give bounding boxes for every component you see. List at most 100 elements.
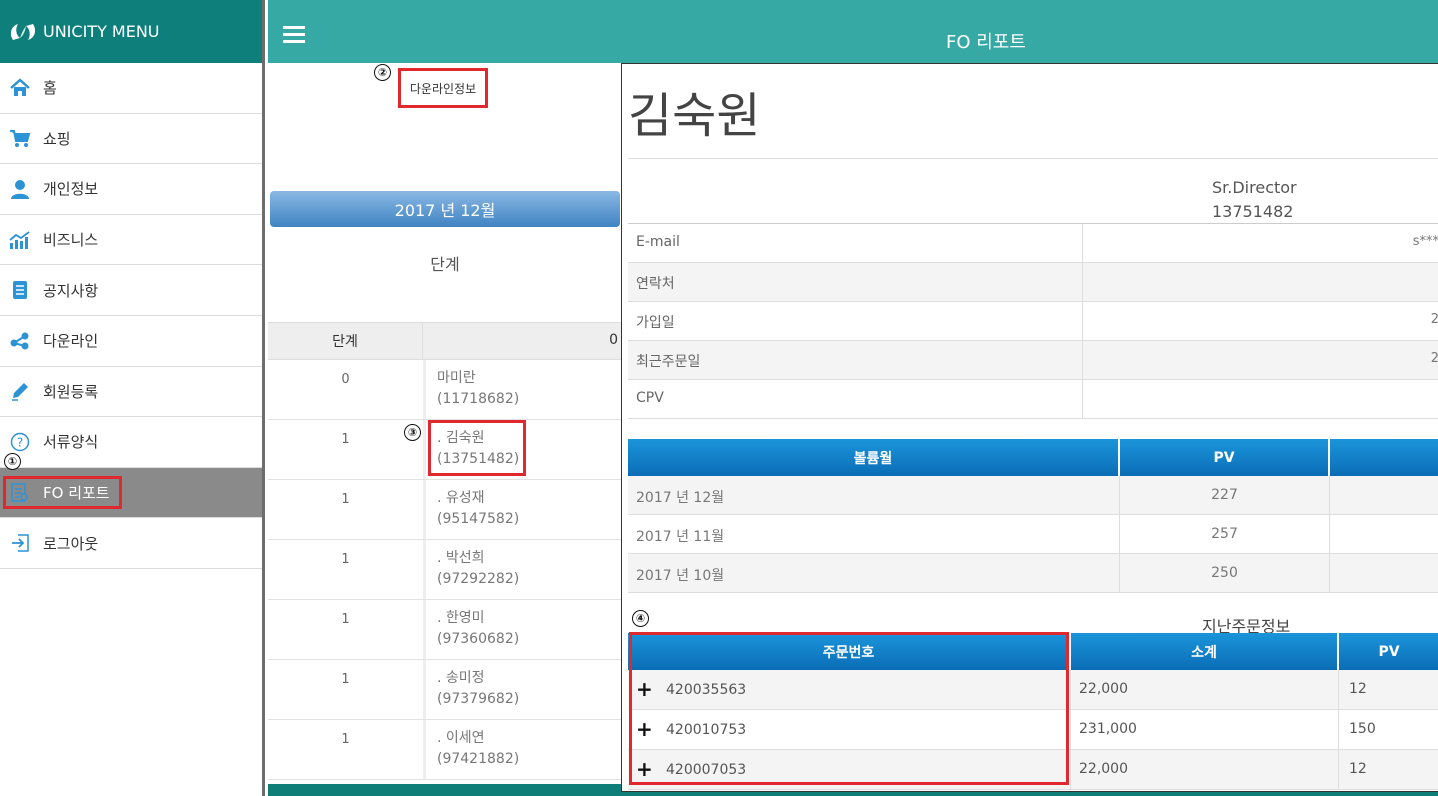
row-step: 1 [341, 732, 350, 747]
info-key: 최근주문일 [628, 341, 1083, 379]
order-subtotal: 231,000 [1071, 710, 1339, 749]
column-header-step: 단계 [268, 323, 423, 359]
sidebar-header: UNICITY MENU [0, 0, 262, 63]
step-label: 단계 [430, 255, 460, 274]
top-bar: FO 리포트 [268, 0, 1438, 63]
order-pv: 12 [1349, 761, 1367, 777]
table-row[interactable]: 1 . 한영미 (97360682) [268, 600, 622, 660]
downline-info-link[interactable]: 다운라인정보 [398, 68, 488, 108]
user-icon [9, 178, 31, 200]
unicity-logo-icon [10, 23, 36, 40]
highlight-box-member [428, 420, 526, 476]
table-row[interactable]: 1 . 박선희 (97292282) [268, 540, 622, 600]
table-header: 단계 0 [268, 322, 622, 360]
row-member[interactable]: . 한영미 (97360682) [423, 600, 622, 659]
member-rank: Sr.Director [1212, 178, 1297, 197]
sidebar-title: UNICITY MENU [43, 22, 160, 41]
row-member[interactable]: 마미란 (11718682) [423, 360, 622, 419]
hamburger-menu-icon[interactable] [283, 26, 305, 44]
row-step: 0 [341, 372, 350, 387]
highlight-box-fo-report [3, 476, 122, 509]
member-name: 마미란 [437, 370, 476, 386]
member-id: (97292282) [437, 571, 520, 587]
info-value [1083, 380, 1438, 418]
row-member[interactable]: . 이세연 (97421882) [423, 720, 622, 779]
info-row-join-date: 가입일2 [628, 302, 1438, 341]
pencil-icon [9, 380, 31, 402]
order-pv: 150 [1349, 721, 1376, 737]
info-key: 가입일 [628, 302, 1083, 340]
column-header-pv: PV [1378, 643, 1400, 660]
highlight-box-orders [629, 632, 1069, 785]
info-row-phone: 연락처 [628, 263, 1438, 302]
info-key: E-mail [628, 224, 1083, 262]
sidebar-item-label: 쇼핑 [43, 129, 71, 148]
member-name-heading: 김숙원 [628, 88, 761, 144]
row-step: 1 [341, 552, 350, 567]
chart-icon [9, 229, 31, 251]
sidebar-item-profile[interactable]: 개인정보 [0, 164, 262, 215]
member-id: 13751482 [1212, 202, 1294, 221]
column-header-subtotal: 소계 [1071, 633, 1339, 670]
document-icon [9, 279, 31, 301]
row-step: 1 [341, 612, 350, 627]
sidebar-item-forms[interactable]: ? 서류양식 [0, 417, 262, 468]
sidebar-item-shopping[interactable]: 쇼핑 [0, 114, 262, 165]
table-row[interactable]: 1 . 송미정 (97379682) [268, 660, 622, 720]
order-pv: 12 [1349, 681, 1367, 697]
divider [628, 158, 1438, 159]
sidebar-item-label: 홈 [43, 79, 57, 98]
member-name: . 송미정 [437, 670, 485, 686]
member-info-table: E-mail s*** 연락처 가입일2 최근주문일2 CPV [628, 223, 1438, 419]
callout-marker-4: ④ [632, 610, 649, 627]
row-member[interactable]: . 김숙원 (13751482) [423, 420, 622, 479]
row-member[interactable]: . 송미정 (97379682) [423, 660, 622, 719]
callout-marker-3: ③ [404, 424, 421, 441]
table-row[interactable]: 1 . 유성재 (95147582) [268, 480, 622, 540]
info-value [1083, 263, 1438, 301]
info-row-email: E-mail s*** [628, 224, 1438, 263]
column-header-count: 0 [609, 332, 618, 348]
home-icon [9, 77, 31, 99]
table-row: 2017 년 11월 257 [628, 515, 1438, 554]
sidebar-item-label: 공지사항 [43, 281, 99, 300]
sidebar-item-business[interactable]: 비즈니스 [0, 215, 262, 266]
svg-text:?: ? [17, 435, 23, 449]
volume-month: 2017 년 10월 [628, 554, 1120, 592]
question-icon: ? [9, 431, 31, 453]
row-member[interactable]: . 유성재 (95147582) [423, 480, 622, 539]
table-header: 볼륨월 PV [628, 439, 1438, 476]
sidebar-item-label: 서류양식 [43, 433, 99, 452]
volume-month: 2017 년 11월 [628, 515, 1120, 553]
column-header-extra [1330, 439, 1438, 476]
row-member[interactable]: . 박선희 (97292282) [423, 540, 622, 599]
sidebar-item-logout[interactable]: 로그아웃 [0, 518, 262, 569]
volume-extra [1330, 515, 1438, 553]
callout-marker-1: ① [4, 453, 21, 470]
row-step: 1 [341, 432, 350, 447]
member-detail-panel: 김숙원 Sr.Director 13751482 E-mail s*** 연락처 … [621, 63, 1438, 792]
member-name: . 한영미 [437, 610, 485, 626]
volume-month: 2017 년 12월 [628, 476, 1120, 514]
info-key: 연락처 [628, 263, 1083, 301]
sidebar-item-notice[interactable]: 공지사항 [0, 265, 262, 316]
volume-pv: 257 [1120, 515, 1330, 553]
info-key: CPV [628, 380, 1083, 418]
member-id: (97421882) [437, 751, 520, 767]
table-row: 2017 년 12월 227 [628, 476, 1438, 515]
table-row[interactable]: 0 마미란 (11718682) [268, 360, 622, 420]
logout-icon [9, 532, 31, 554]
column-header-volume-month: 볼륨월 [628, 439, 1120, 476]
table-row[interactable]: 1 . 김숙원 (13751482) [268, 420, 622, 480]
table-row[interactable]: 1 . 이세연 (97421882) [268, 720, 622, 780]
sidebar-item-downline[interactable]: 다운라인 [0, 316, 262, 367]
sidebar-item-register[interactable]: 회원등록 [0, 367, 262, 418]
callout-marker-2: ② [374, 64, 391, 81]
member-name: . 박선희 [437, 550, 485, 566]
sidebar-item-label: 로그아웃 [43, 534, 99, 553]
month-selector[interactable]: 2017 년 12월 [270, 191, 620, 227]
row-step: 1 [341, 492, 350, 507]
sidebar-item-home[interactable]: 홈 [0, 63, 262, 114]
downline-table: 단계 0 0 마미란 (11718682) 1 . 김숙원 (13751482) 1… [268, 322, 622, 780]
cart-icon [9, 127, 31, 149]
